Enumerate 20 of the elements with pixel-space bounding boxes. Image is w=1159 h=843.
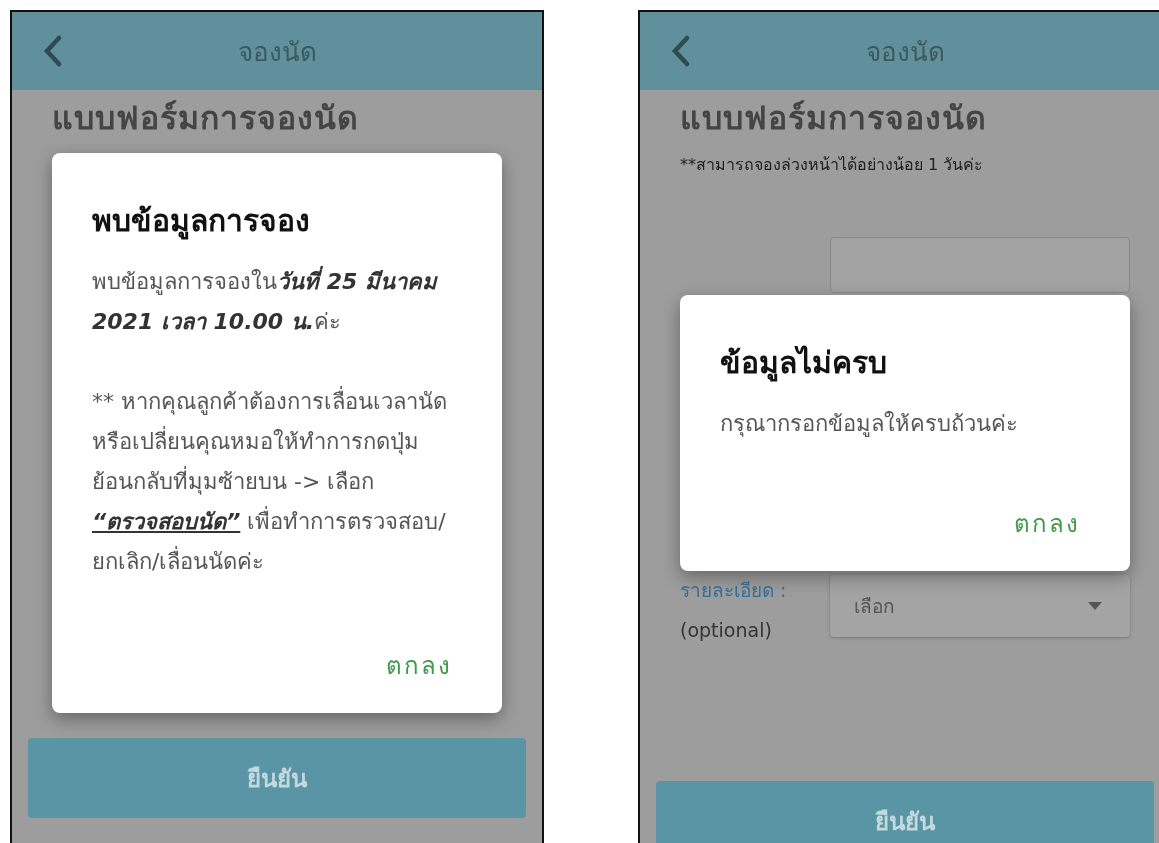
check-appointment-link[interactable]: “ตรวจสอบนัด” xyxy=(92,509,241,534)
form-heading: แบบฟอร์มการจองนัด xyxy=(52,98,360,138)
booking-note: **สามารถจองล่วงหน้าได้อย่างน้อย 1 วันค่ะ xyxy=(680,154,985,176)
confirm-button[interactable]: ยืนยัน xyxy=(28,738,526,818)
header-title: จองนัด xyxy=(237,36,317,67)
ok-button[interactable]: ตกลง xyxy=(382,642,456,689)
confirm-button[interactable]: ยืนยัน xyxy=(656,781,1154,843)
dialog-message: พบข้อมูลการจองในวันที่ 25 มีนาคม 2021 เวลา 10.00 น.ค่ะ xyxy=(92,262,456,342)
caret-icon xyxy=(1088,602,1102,610)
ok-button[interactable]: ตกลง xyxy=(1010,500,1084,547)
form-heading: แบบฟอร์มการจองนัด xyxy=(680,98,988,138)
dialog-message: กรุณากรอกข้อมูลให้ครบถ้วนค่ะ xyxy=(720,410,1019,439)
header-title: จองนัด xyxy=(865,36,945,67)
optional-hint: (optional) xyxy=(680,619,773,641)
date-input-field[interactable] xyxy=(830,237,1130,293)
detail-select[interactable]: เลือก xyxy=(830,575,1130,637)
detail-label: รายละเอียด : xyxy=(680,578,788,603)
dialog-title: พบข้อมูลการจอง xyxy=(92,202,311,242)
dialog-message: ** หากคุณลูกค้าต้องการเลื่อนเวลานัดหรือเปลี่ยนคุณหมอให้ทำการกดปุ่มย้อนกลับที่มุมซ้ายบน -> เลือก “ตรวจสอบนัด” เพื่อทำการตรวจสอบ/ยกเลิก/เลื่อนนัดค่ะ xyxy=(92,382,456,582)
dialog-title: ข้อมูลไม่ครบ xyxy=(720,344,888,384)
